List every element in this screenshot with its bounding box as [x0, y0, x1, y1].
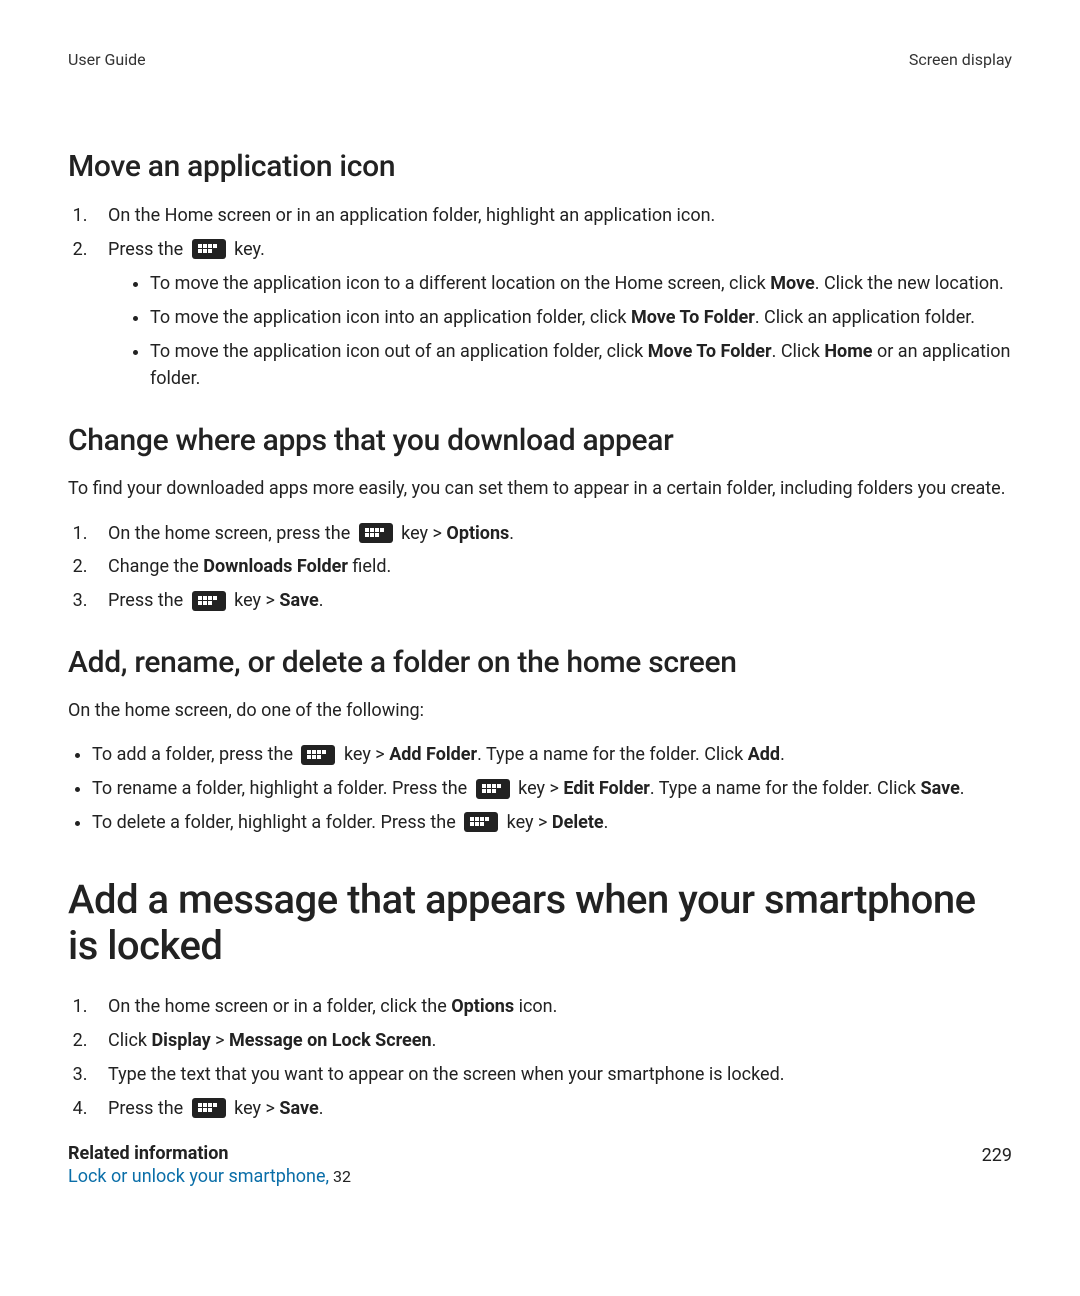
list-item: Press the key. To move the application i…	[92, 236, 1012, 393]
lock-message-steps: On the home screen or in a folder, click…	[68, 993, 1012, 1123]
page-header: User Guide Screen display	[68, 50, 1012, 69]
list-item: Press the key > Save.	[92, 1095, 1012, 1123]
move-app-steps: On the Home screen or in an application …	[68, 202, 1012, 393]
menu-key-icon	[301, 745, 335, 765]
document-page: User Guide Screen display Move an applic…	[0, 0, 1080, 1296]
menu-key-icon	[359, 523, 393, 543]
menu-key-icon	[464, 812, 498, 832]
list-item: To add a folder, press the key > Add Fol…	[92, 741, 1012, 769]
list-item: Click Display > Message on Lock Screen.	[92, 1027, 1012, 1055]
intro-text: On the home screen, do one of the follow…	[68, 698, 1012, 723]
list-item: Type the text that you want to appear on…	[92, 1061, 1012, 1089]
list-item: Press the key > Save.	[92, 587, 1012, 615]
header-right: Screen display	[909, 50, 1012, 69]
menu-key-icon	[192, 1098, 226, 1118]
folder-ops-bullets: To add a folder, press the key > Add Fol…	[68, 741, 1012, 837]
menu-key-icon	[192, 591, 226, 611]
intro-text: To find your downloaded apps more easily…	[68, 476, 1012, 501]
list-item: To delete a folder, highlight a folder. …	[92, 809, 1012, 837]
list-item: On the home screen or in a folder, click…	[92, 993, 1012, 1021]
list-item: To move the application icon into an app…	[150, 304, 1012, 332]
header-left: User Guide	[68, 50, 146, 69]
heading-lock-message: Add a message that appears when your sma…	[68, 877, 1012, 969]
heading-change-download-location: Change where apps that you download appe…	[68, 423, 1012, 458]
page-number: 229	[982, 1145, 1012, 1166]
list-item: To move the application icon out of an a…	[150, 338, 1012, 394]
list-item: On the home screen, press the key > Opti…	[92, 520, 1012, 548]
move-app-sub-bullets: To move the application icon to a differ…	[108, 270, 1012, 394]
list-item: To rename a folder, highlight a folder. …	[92, 775, 1012, 803]
related-info-line: Lock or unlock your smartphone, 32	[68, 1166, 1012, 1187]
list-item: To move the application icon to a differ…	[150, 270, 1012, 298]
heading-folder-ops: Add, rename, or delete a folder on the h…	[68, 645, 1012, 680]
menu-key-icon	[192, 239, 226, 259]
menu-key-icon	[476, 779, 510, 799]
related-info-heading: Related information	[68, 1143, 1012, 1164]
heading-move-app-icon: Move an application icon	[68, 149, 1012, 184]
related-link[interactable]: Lock or unlock your smartphone,	[68, 1166, 329, 1187]
list-item: On the Home screen or in an application …	[92, 202, 1012, 230]
change-download-steps: On the home screen, press the key > Opti…	[68, 520, 1012, 616]
list-item: Change the Downloads Folder field.	[92, 553, 1012, 581]
